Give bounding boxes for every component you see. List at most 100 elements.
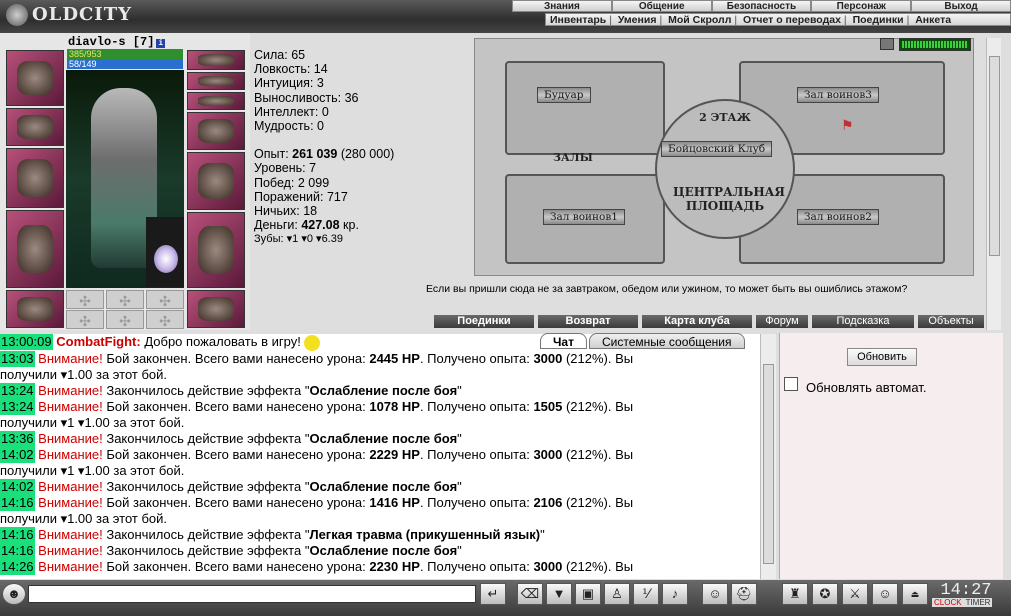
gloves-slot-icon[interactable]: [187, 112, 245, 150]
sender-name[interactable]: CombatFight:: [56, 334, 140, 349]
chat-message: 14:26 Внимание! Бой закончен. Всего вами…: [0, 558, 760, 575]
chat-timestamp[interactable]: 14:16: [0, 526, 35, 543]
skills-icon[interactable]: ✪: [812, 583, 838, 605]
empty-slot-icon[interactable]: [66, 310, 104, 330]
save-icon[interactable]: ▣: [575, 583, 601, 605]
chat-timestamp[interactable]: 14:02: [0, 446, 35, 463]
menu-security[interactable]: Безопасность: [711, 0, 812, 12]
info-badge-icon[interactable]: i: [156, 39, 166, 48]
auto-refresh-label: Обновлять автомат.: [806, 380, 927, 395]
sound-icon[interactable]: ♪: [662, 583, 688, 605]
chat-text: Ослабление после боя: [309, 430, 458, 446]
tab-chat[interactable]: Чат: [540, 333, 587, 349]
chat-scrollbar[interactable]: [760, 334, 776, 579]
chat-timestamp[interactable]: 13:00:09: [0, 334, 53, 350]
ring-slots-icon[interactable]: [187, 72, 245, 90]
hint-button[interactable]: Подсказка: [812, 315, 914, 328]
boots-slot-icon[interactable]: [187, 290, 245, 328]
helmet-slot-icon[interactable]: [6, 50, 64, 106]
auto-refresh-checkbox[interactable]: [784, 377, 798, 391]
weapon-slot-icon[interactable]: [6, 148, 64, 208]
stat-wisdom: Мудрость: 0: [254, 118, 324, 133]
empty-slot-icon[interactable]: [106, 310, 144, 330]
refresh-button[interactable]: Обновить: [847, 348, 917, 366]
empty-slot-icon[interactable]: [146, 290, 184, 310]
chat-message: 13:24 Внимание! Закончилось действие эфф…: [0, 382, 760, 399]
chat-timestamp[interactable]: 14:16: [0, 494, 35, 511]
emoticon-icon[interactable]: ☺: [702, 583, 728, 605]
submenu-inventory[interactable]: Инвентарь: [550, 14, 606, 26]
return-button[interactable]: Возврат: [538, 315, 638, 328]
chat-timestamp[interactable]: 13:03: [0, 350, 35, 367]
chat-timestamp[interactable]: 14:02: [0, 478, 35, 495]
armor-slot-icon[interactable]: [6, 210, 64, 288]
empty-slot-icon[interactable]: [146, 310, 184, 330]
walk-icon[interactable]: ♙: [604, 583, 630, 605]
friends-icon[interactable]: ☺: [872, 583, 898, 605]
belt-slot-icon[interactable]: [6, 290, 64, 328]
objects-button[interactable]: Объекты: [918, 315, 984, 328]
chat-timestamp[interactable]: 14:16: [0, 542, 35, 559]
fight-icon[interactable]: ⚔: [842, 583, 868, 605]
chat-log: 13:00:09 CombatFight: Добро пожаловать в…: [0, 334, 760, 579]
chat-timestamp[interactable]: 13:24: [0, 382, 35, 399]
submenu-my-scroll[interactable]: Мой Скролл: [668, 14, 731, 26]
bracer-slot-icon[interactable]: [6, 108, 64, 146]
inventory-icon[interactable]: ♜: [782, 583, 808, 605]
menu-exit[interactable]: Выход: [911, 0, 1011, 12]
forum-button[interactable]: Форум: [756, 315, 808, 328]
warning-label: Внимание!: [38, 526, 103, 542]
chat-text: . Получено опыта:: [419, 446, 534, 462]
map-scrollbar[interactable]: [986, 38, 1001, 330]
menu-knowledge[interactable]: Знания: [512, 0, 612, 12]
hp-bar: 385/953: [67, 49, 183, 59]
ring2-slots-icon[interactable]: [187, 92, 245, 110]
smile-settings-icon[interactable]: ⅟: [633, 583, 659, 605]
tab-system-messages[interactable]: Системные сообщения: [588, 333, 745, 349]
chat-text: ": [540, 526, 545, 542]
chat-message: 14:16 Внимание! Закончилось действие эфф…: [0, 542, 760, 559]
room-boudoir-label[interactable]: Будуар: [537, 87, 591, 103]
chat-text: 3000: [533, 350, 563, 366]
submenu-transfer-report[interactable]: Отчет о переводах: [743, 14, 841, 26]
room-warriors3-label[interactable]: Зал воинов3: [797, 87, 879, 103]
chat-timestamp[interactable]: 14:26: [0, 558, 35, 575]
chat-text: получили ▾1 ▾1.00 за этот бой.: [0, 462, 185, 478]
character-nick[interactable]: diavlo-s [7] i: [68, 35, 166, 49]
amulet-slot-icon[interactable]: [187, 50, 245, 70]
room-warriors2-label[interactable]: Зал воинов2: [797, 209, 879, 225]
central-label[interactable]: ЦЕНТРАЛЬНАЯ ПЛОЩАДЬ: [673, 185, 785, 213]
stat-strength: Сила: 65: [254, 48, 306, 62]
filter-icon[interactable]: ▼: [546, 583, 572, 605]
chat-text: 1078 HP: [369, 398, 420, 414]
chat-input[interactable]: [28, 585, 476, 603]
menu-communication[interactable]: Общение: [611, 0, 712, 12]
submenu-duels[interactable]: Поединки: [853, 14, 904, 26]
empty-slot-icon[interactable]: [106, 290, 144, 310]
room-boudoir[interactable]: [505, 61, 665, 155]
leggings-slot-icon[interactable]: [187, 212, 245, 288]
eraser-icon[interactable]: ⌫: [517, 583, 543, 605]
submenu-skills[interactable]: Умения: [618, 14, 657, 26]
club-label[interactable]: Бойцовский Клуб: [661, 141, 773, 157]
enter-icon[interactable]: ↵: [480, 583, 506, 605]
menu-character[interactable]: Персонаж: [811, 0, 912, 12]
chat-timestamp[interactable]: 13:24: [0, 398, 35, 415]
shield-slot-icon[interactable]: [187, 152, 245, 210]
helmet-icon[interactable]: ⛑: [731, 583, 757, 605]
chat-head-icon[interactable]: ☻: [2, 583, 26, 605]
chat-text: (212%). Вы: [562, 494, 634, 510]
exit-icon[interactable]: ⏏: [902, 583, 928, 605]
club-map-button[interactable]: Карта клуба: [642, 315, 752, 328]
smiley-icon: [304, 334, 321, 351]
submenu-profile[interactable]: Анкета: [915, 14, 951, 26]
chat-tabs: Чат Системные сообщения: [540, 333, 747, 349]
chat-timestamp[interactable]: 13:36: [0, 430, 35, 447]
empty-slot-icon[interactable]: [66, 290, 104, 310]
pet-icon[interactable]: [146, 217, 184, 287]
stat-level: Уровень: 7: [254, 161, 317, 176]
clock-labels: CLOCK TIMER: [932, 598, 993, 607]
room-warriors1-label[interactable]: Зал воинов1: [543, 209, 625, 225]
stat-agility: Ловкость: 14: [254, 62, 328, 77]
duels-button[interactable]: Поединки: [434, 315, 534, 328]
